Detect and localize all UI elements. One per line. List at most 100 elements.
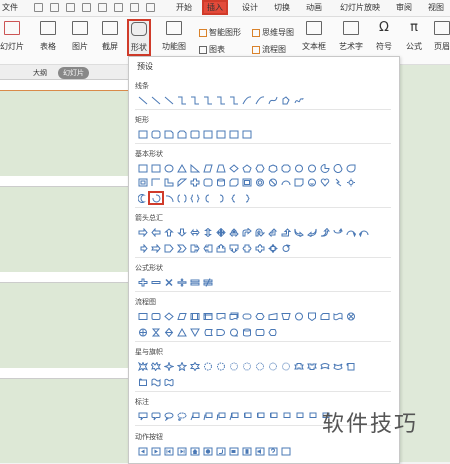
- round-corner-rectangle-icon[interactable]: [189, 129, 201, 139]
- data-icon[interactable]: [176, 311, 188, 321]
- curved-right-arrow-icon[interactable]: [293, 227, 305, 237]
- stored-data-icon[interactable]: [202, 327, 214, 337]
- formula-button[interactable]: π 公式: [406, 21, 422, 52]
- right-brace-icon[interactable]: [241, 193, 253, 203]
- menu-insert[interactable]: 插入: [202, 0, 228, 15]
- multiply-icon[interactable]: [163, 277, 175, 287]
- left-right-arrow-icon[interactable]: [189, 227, 201, 237]
- heptagon-icon[interactable]: [267, 163, 279, 173]
- or-icon[interactable]: [137, 327, 149, 337]
- menu-animation[interactable]: 动画: [306, 2, 322, 13]
- internal-storage-icon[interactable]: [202, 311, 214, 321]
- connector-icon[interactable]: [293, 311, 305, 321]
- rectangle-icon[interactable]: [137, 129, 149, 139]
- cube-icon[interactable]: [228, 177, 240, 187]
- oval-callout-icon[interactable]: [163, 411, 175, 421]
- rounded-rectangle-icon[interactable]: [150, 129, 162, 139]
- line-callout-icon[interactable]: [202, 411, 214, 421]
- elbow-connector-icon[interactable]: [176, 95, 188, 105]
- folded-corner-icon[interactable]: [293, 177, 305, 187]
- curved-left-arrow-icon[interactable]: [306, 227, 318, 237]
- double-brace-icon[interactable]: [189, 193, 201, 203]
- save-icon[interactable]: [34, 3, 43, 12]
- menu-slideshow[interactable]: 幻灯片放映: [340, 2, 380, 13]
- curved-up-arrow-icon[interactable]: [319, 227, 331, 237]
- up-arrow-callout-icon[interactable]: [215, 243, 227, 253]
- action-return-icon[interactable]: [215, 446, 227, 456]
- triangle-icon[interactable]: [176, 163, 188, 173]
- sequential-storage-icon[interactable]: [228, 327, 240, 337]
- left-right-arrow-callout-icon[interactable]: [241, 243, 253, 253]
- menu-design[interactable]: 设计: [242, 2, 258, 13]
- curve-icon[interactable]: [267, 95, 279, 105]
- star-32-icon[interactable]: [280, 361, 292, 371]
- arc-icon[interactable]: [148, 191, 164, 205]
- pie-icon[interactable]: [319, 163, 331, 173]
- more-icon[interactable]: [146, 3, 155, 12]
- menu-switch[interactable]: 切换: [274, 2, 290, 13]
- double-arrow-line-icon[interactable]: [163, 95, 175, 105]
- rectangle-icon[interactable]: [202, 129, 214, 139]
- sort-icon[interactable]: [163, 327, 175, 337]
- explosion-icon[interactable]: [150, 361, 162, 371]
- preview-icon[interactable]: [82, 3, 91, 12]
- redo-icon[interactable]: [130, 3, 139, 12]
- menu-file[interactable]: 文件: [2, 2, 18, 13]
- shape-button[interactable]: 形状: [127, 19, 151, 56]
- circular-arrow-icon[interactable]: [345, 227, 357, 237]
- action-document-icon[interactable]: [241, 446, 253, 456]
- scribble-icon[interactable]: [293, 95, 305, 105]
- textbox-shape-icon[interactable]: [150, 163, 162, 173]
- terminator-icon[interactable]: [241, 311, 253, 321]
- elbow-connector-icon[interactable]: [228, 95, 240, 105]
- picture-button[interactable]: 图片: [72, 21, 88, 52]
- chevron-arrow-icon[interactable]: [176, 243, 188, 253]
- circular-arrow-icon[interactable]: [280, 243, 292, 253]
- slide-canvas[interactable]: [398, 65, 450, 462]
- alternate-process-icon[interactable]: [150, 311, 162, 321]
- notched-right-arrow-icon[interactable]: [150, 243, 162, 253]
- diagonal-stripe-icon[interactable]: [176, 177, 188, 187]
- up-down-arrow-icon[interactable]: [202, 227, 214, 237]
- parallelogram-icon[interactable]: [202, 163, 214, 173]
- summing-junction-icon[interactable]: [345, 311, 357, 321]
- oval-icon[interactable]: [163, 163, 175, 173]
- textbox-shape-icon[interactable]: [137, 163, 149, 173]
- curved-up-ribbon-icon[interactable]: [319, 361, 331, 371]
- u-turn-arrow-icon[interactable]: [254, 227, 266, 237]
- rectangle-icon[interactable]: [215, 129, 227, 139]
- rectangle-icon[interactable]: [228, 129, 240, 139]
- heart-icon[interactable]: [319, 177, 331, 187]
- copy-icon[interactable]: [98, 3, 107, 12]
- star-7-icon[interactable]: [202, 361, 214, 371]
- left-brace-icon[interactable]: [228, 193, 240, 203]
- decision-icon[interactable]: [163, 311, 175, 321]
- arc-icon[interactable]: [163, 193, 175, 203]
- star-16-icon[interactable]: [254, 361, 266, 371]
- star-4-icon[interactable]: [163, 361, 175, 371]
- block-arc-icon[interactable]: [280, 177, 292, 187]
- symbol-button[interactable]: Ω 符号: [376, 21, 392, 52]
- down-ribbon-icon[interactable]: [306, 361, 318, 371]
- mind-map-button[interactable]: 思维导图: [252, 27, 294, 38]
- extract-icon[interactable]: [176, 327, 188, 337]
- wordart-button[interactable]: 艺术字: [339, 21, 363, 52]
- plaque-icon[interactable]: [202, 177, 214, 187]
- process-icon[interactable]: [137, 311, 149, 321]
- elbow-connector-icon[interactable]: [215, 95, 227, 105]
- pentagon-icon[interactable]: [241, 163, 253, 173]
- wave-icon[interactable]: [150, 377, 162, 387]
- star-8-icon[interactable]: [215, 361, 227, 371]
- delay-icon[interactable]: [215, 327, 227, 337]
- right-bracket-icon[interactable]: [215, 193, 227, 203]
- right-arrow-callout-icon[interactable]: [189, 243, 201, 253]
- snip-rectangle-icon[interactable]: [176, 129, 188, 139]
- minus-icon[interactable]: [150, 277, 162, 287]
- teardrop-icon[interactable]: [345, 163, 357, 173]
- screenshot-button[interactable]: 截屏: [102, 21, 118, 52]
- rectangle-icon[interactable]: [241, 129, 253, 139]
- up-ribbon-icon[interactable]: [293, 361, 305, 371]
- divide-icon[interactable]: [176, 277, 188, 287]
- elbow-connector-icon[interactable]: [202, 95, 214, 105]
- tab-outline[interactable]: 大纲: [33, 68, 47, 78]
